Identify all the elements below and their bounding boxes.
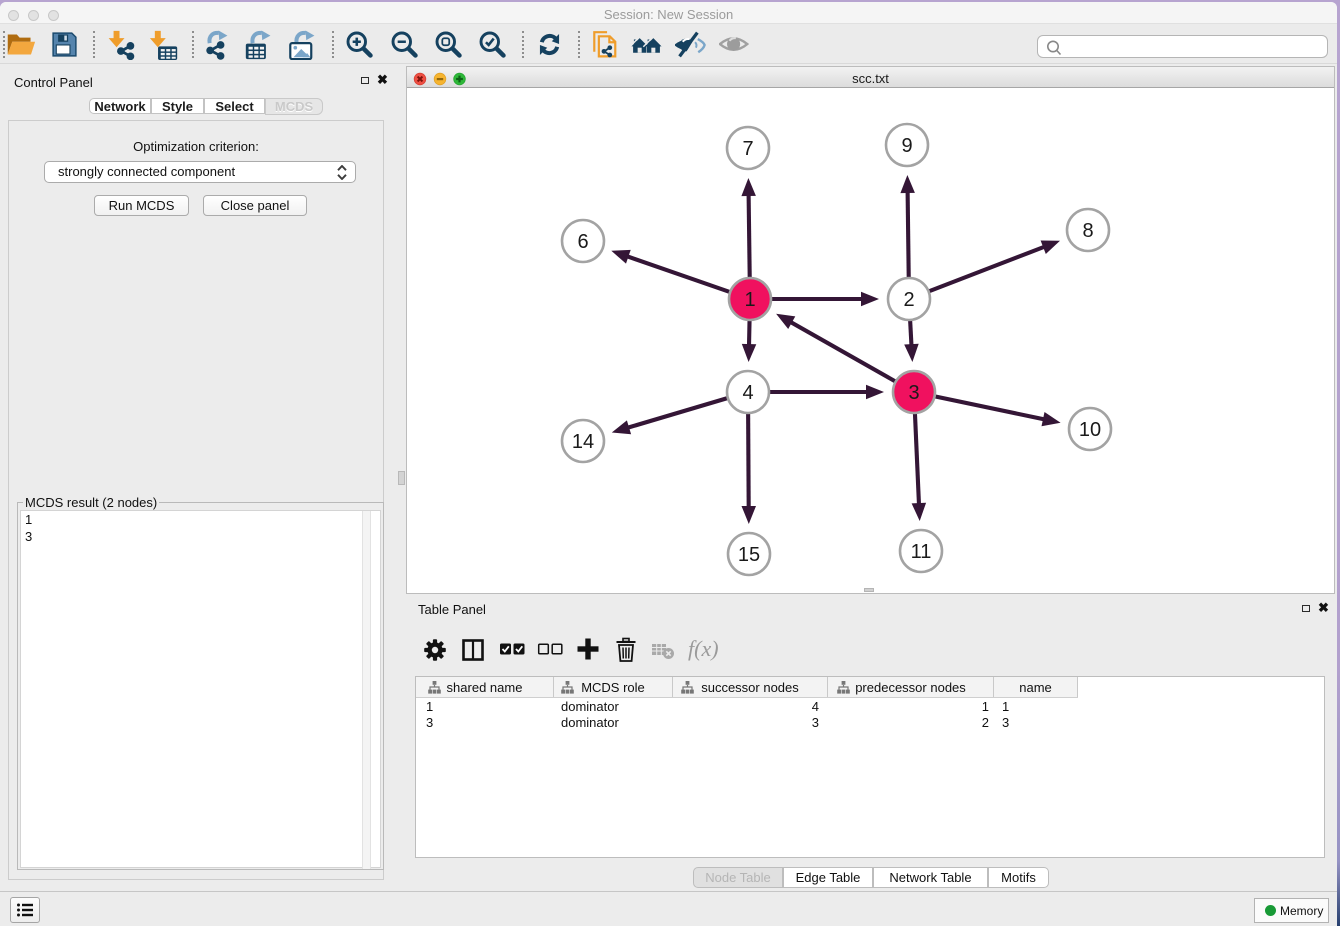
svg-text:1: 1: [744, 289, 755, 311]
svg-text:9: 9: [901, 135, 912, 157]
svg-text:2: 2: [903, 289, 914, 311]
svg-text:14: 14: [572, 431, 594, 453]
svg-text:4: 4: [742, 382, 753, 404]
svg-text:7: 7: [742, 138, 753, 160]
svg-text:11: 11: [911, 541, 932, 563]
svg-text:10: 10: [1079, 419, 1101, 441]
svg-text:3: 3: [908, 382, 919, 404]
svg-text:6: 6: [577, 231, 588, 253]
svg-text:15: 15: [738, 544, 760, 566]
svg-text:8: 8: [1082, 220, 1093, 242]
